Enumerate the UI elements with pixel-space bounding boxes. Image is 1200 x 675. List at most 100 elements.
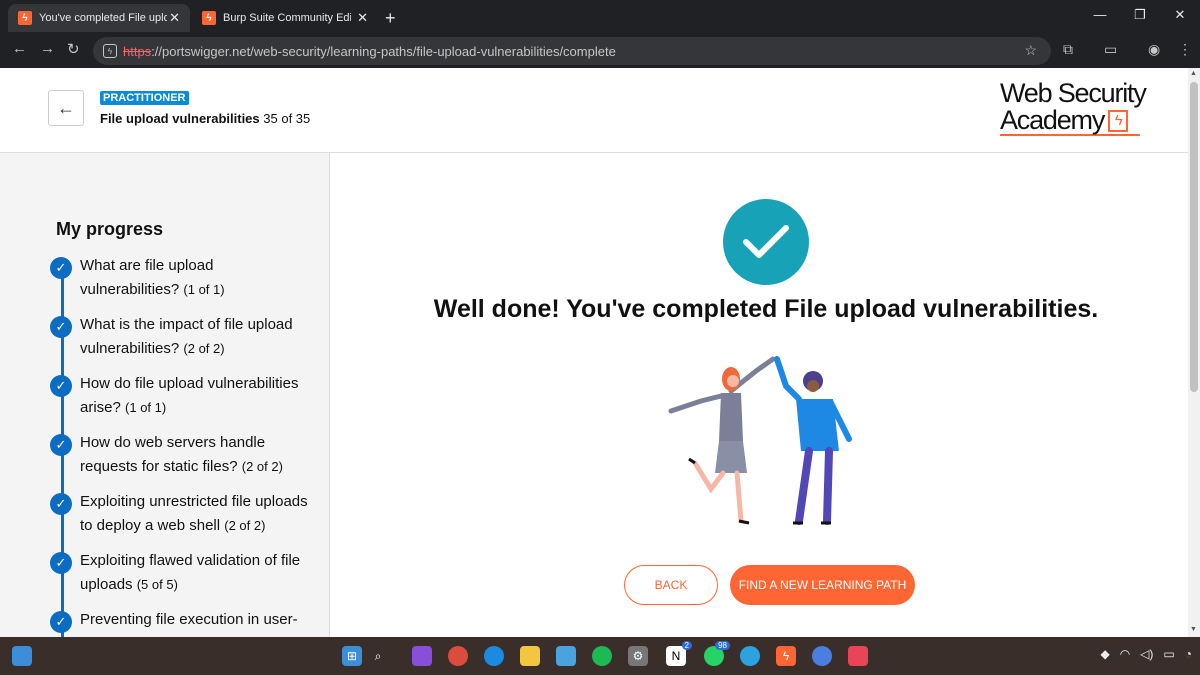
check-icon: ✓ (50, 493, 72, 515)
completion-heading: Well done! You've completed File upload … (433, 295, 1099, 323)
telegram-icon[interactable] (740, 646, 760, 666)
browser-chrome: ϟ You've completed File upload v ✕ ϟ Bur… (0, 0, 1200, 68)
progress-item-count: (2 of 2) (224, 518, 266, 533)
new-tab-button[interactable]: + (385, 8, 396, 29)
back-arrow-icon[interactable]: ← (12, 40, 27, 57)
high-five-illustration (668, 356, 852, 525)
progress-item-label: How do web servers handle requests for s… (80, 434, 266, 475)
spotify-icon[interactable] (592, 646, 612, 666)
copilot-tray-icon[interactable]: ◆ (1100, 647, 1109, 661)
volume-icon[interactable]: ◁) (1140, 647, 1153, 661)
page-scrollbar[interactable]: ▲ ▼ (1188, 68, 1200, 637)
logo-bolt-icon: ϟ (1108, 109, 1129, 132)
copilot-icon[interactable] (12, 646, 32, 666)
start-icon[interactable]: ⊞ (342, 646, 362, 666)
scroll-up-icon[interactable]: ▲ (1190, 70, 1197, 77)
progress-item[interactable]: ✓ Preventing file execution in user- (50, 608, 310, 633)
extensions-icon[interactable]: ⧉ (1063, 41, 1073, 58)
tab-title: Burp Suite Community Edition (223, 12, 351, 24)
portswigger-favicon-icon: ϟ (18, 11, 32, 25)
logo-line-1: Web Security (1000, 78, 1147, 108)
chrome-icon[interactable] (448, 646, 468, 666)
progress-item[interactable]: ✓ How do file upload vulnerabilities ari… (50, 372, 310, 420)
back-to-path-button[interactable]: ← (48, 90, 84, 126)
progress-item-count: (2 of 2) (183, 341, 225, 356)
scroll-down-icon[interactable]: ▼ (1190, 626, 1197, 633)
url-text: ://portswigger.net/web-security/learning… (151, 43, 616, 59)
reload-icon[interactable]: ↻ (67, 40, 80, 58)
tab-close-icon[interactable]: ✕ (357, 10, 368, 26)
address-bar[interactable]: ϟ https://portswigger.net/web-security/l… (93, 37, 1051, 65)
navigation-bar: ← → ↻ ϟ https://portswigger.net/web-secu… (0, 36, 1200, 66)
check-icon: ✓ (50, 257, 72, 279)
path-count: 35 of 35 (263, 111, 311, 126)
windows-taskbar: ⊞ ⌕ ⚙ N2 98 ϟ ◆ ◠ ◁) ▭ ◔ (0, 637, 1200, 675)
chromium-icon[interactable] (812, 646, 832, 666)
tab-close-icon[interactable]: ✕ (169, 10, 180, 26)
profile-icon[interactable]: ◉ (1148, 41, 1160, 58)
progress-item-count: (1 of 1) (125, 400, 167, 415)
wifi-icon[interactable]: ◠ (1120, 647, 1130, 661)
tab-active[interactable]: ϟ You've completed File upload v ✕ (8, 4, 190, 32)
progress-item[interactable]: ✓ Exploiting unrestricted file uploads t… (50, 490, 310, 538)
whatsapp-icon[interactable]: 98 (704, 641, 730, 666)
progress-item[interactable]: ✓ Exploiting flawed validation of file u… (50, 549, 310, 597)
burp-favicon-icon: ϟ (202, 11, 216, 25)
app-icon[interactable] (848, 646, 868, 666)
check-icon: ✓ (50, 434, 72, 456)
logo-line-2: Academy (1000, 105, 1105, 135)
notion-icon[interactable]: N2 (666, 641, 692, 666)
progress-item-label: Exploiting unrestricted file uploads to … (80, 493, 308, 534)
progress-item[interactable]: ✓ What are file upload vulnerabilities? … (50, 254, 310, 302)
path-title: File upload vulnerabilities 35 of 35 (100, 111, 310, 126)
progress-title: My progress (56, 219, 164, 239)
find-learning-path-button[interactable]: FIND A NEW LEARNING PATH (730, 565, 915, 605)
system-tray: ◆ ◠ ◁) ▭ ◔ (1100, 647, 1192, 661)
progress-item-label: How do file upload vulnerabilities arise… (80, 375, 299, 416)
page-header: ← PRACTITIONER File upload vulnerabiliti… (0, 68, 1188, 153)
back-button[interactable]: BACK (624, 565, 718, 605)
file-explorer-icon[interactable] (520, 646, 540, 666)
progress-item-count: (2 of 2) (241, 459, 283, 474)
notification-bell-icon[interactable]: ◔ (1185, 647, 1192, 661)
progress-item-count: (1 of 1) (183, 282, 225, 297)
bookmark-star-icon[interactable]: ☆ (1024, 42, 1037, 59)
close-window-icon[interactable]: ✕ (1160, 4, 1200, 26)
progress-sidebar: My progress ✓ What are file upload vulne… (0, 153, 330, 637)
forward-arrow-icon[interactable]: → (40, 40, 55, 57)
reading-mode-icon[interactable]: ▭ (1104, 41, 1117, 58)
path-name: File upload vulnerabilities (100, 111, 260, 126)
url-scheme: https (123, 43, 152, 59)
burp-suite-icon[interactable]: ϟ (776, 646, 796, 666)
vscode-icon[interactable] (556, 646, 576, 666)
site-info-icon[interactable]: ϟ (103, 44, 117, 58)
progress-item[interactable]: ✓ What is the impact of file upload vuln… (50, 313, 310, 361)
scrollbar-thumb[interactable] (1190, 82, 1198, 392)
progress-item[interactable]: ✓ How do web servers handle requests for… (50, 431, 310, 479)
check-icon: ✓ (50, 552, 72, 574)
window-controls: — ❐ ✕ (1080, 4, 1200, 26)
settings-gear-icon[interactable]: ⚙ (628, 646, 648, 666)
whatsapp-badge: 98 (715, 641, 730, 650)
search-icon[interactable]: ⌕ (368, 646, 388, 666)
completed-check-icon (723, 199, 809, 285)
progress-item-label: Preventing file execution in user- (80, 611, 298, 628)
battery-icon[interactable]: ▭ (1163, 647, 1174, 661)
check-icon: ✓ (50, 375, 72, 397)
minimize-icon[interactable]: — (1080, 4, 1120, 26)
restore-icon[interactable]: ❐ (1120, 4, 1160, 26)
progress-item-label: Exploiting flawed validation of file upl… (80, 552, 301, 593)
arrow-left-icon: ← (57, 97, 75, 118)
copilot-app-icon[interactable] (412, 646, 432, 666)
web-security-academy-logo[interactable]: Web Security Academy ϟ (1000, 80, 1160, 136)
notion-badge: 2 (681, 641, 692, 650)
check-icon: ✓ (50, 316, 72, 338)
progress-item-count: (5 of 5) (136, 577, 178, 592)
level-badge: PRACTITIONER (100, 91, 189, 105)
tab-burp[interactable]: ϟ Burp Suite Community Edition ✕ (196, 4, 378, 32)
tab-title: You've completed File upload v (39, 12, 167, 24)
check-icon: ✓ (50, 611, 72, 633)
edge-icon[interactable] (484, 646, 504, 666)
completion-panel: Well done! You've completed File upload … (331, 153, 1188, 637)
menu-dots-icon[interactable]: ⋮ (1178, 41, 1192, 58)
